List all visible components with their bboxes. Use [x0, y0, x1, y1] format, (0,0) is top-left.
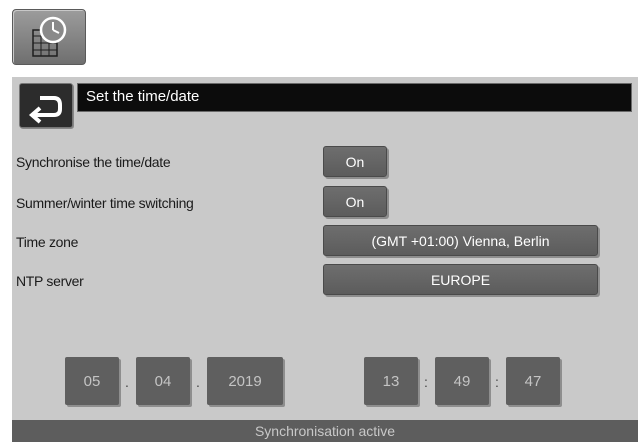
- ntp-server-label: NTP server: [16, 273, 84, 289]
- summer-winter-label: Summer/winter time switching: [16, 195, 194, 211]
- time-separator: :: [424, 374, 428, 390]
- time-zone-select[interactable]: (GMT +01:00) Vienna, Berlin: [323, 225, 598, 256]
- status-bar: Synchronisation active: [12, 420, 638, 442]
- settings-panel: Set the time/date Synchronise the time/d…: [12, 77, 638, 442]
- time-settings-menu-icon[interactable]: [12, 9, 86, 65]
- date-year-field[interactable]: 2019: [207, 357, 283, 405]
- time-hours-field[interactable]: 13: [364, 357, 418, 405]
- back-button[interactable]: [19, 83, 73, 128]
- summer-winter-toggle[interactable]: On: [323, 186, 387, 217]
- time-minutes-field[interactable]: 49: [435, 357, 489, 405]
- sync-time-toggle[interactable]: On: [323, 146, 387, 177]
- time-separator: :: [495, 374, 499, 390]
- date-separator: .: [196, 374, 200, 390]
- page-title-bar: Set the time/date: [77, 83, 632, 112]
- date-month-field[interactable]: 04: [136, 357, 190, 405]
- page-title: Set the time/date: [86, 88, 200, 105]
- date-day-field[interactable]: 05: [65, 357, 119, 405]
- sync-time-label: Synchronise the time/date: [16, 154, 171, 170]
- ntp-server-select[interactable]: EUROPE: [323, 264, 598, 295]
- time-zone-label: Time zone: [16, 234, 79, 250]
- clock-calendar-icon: [32, 16, 67, 57]
- back-arrow-icon: [28, 96, 62, 124]
- time-seconds-field[interactable]: 47: [506, 357, 560, 405]
- date-separator: .: [125, 374, 129, 390]
